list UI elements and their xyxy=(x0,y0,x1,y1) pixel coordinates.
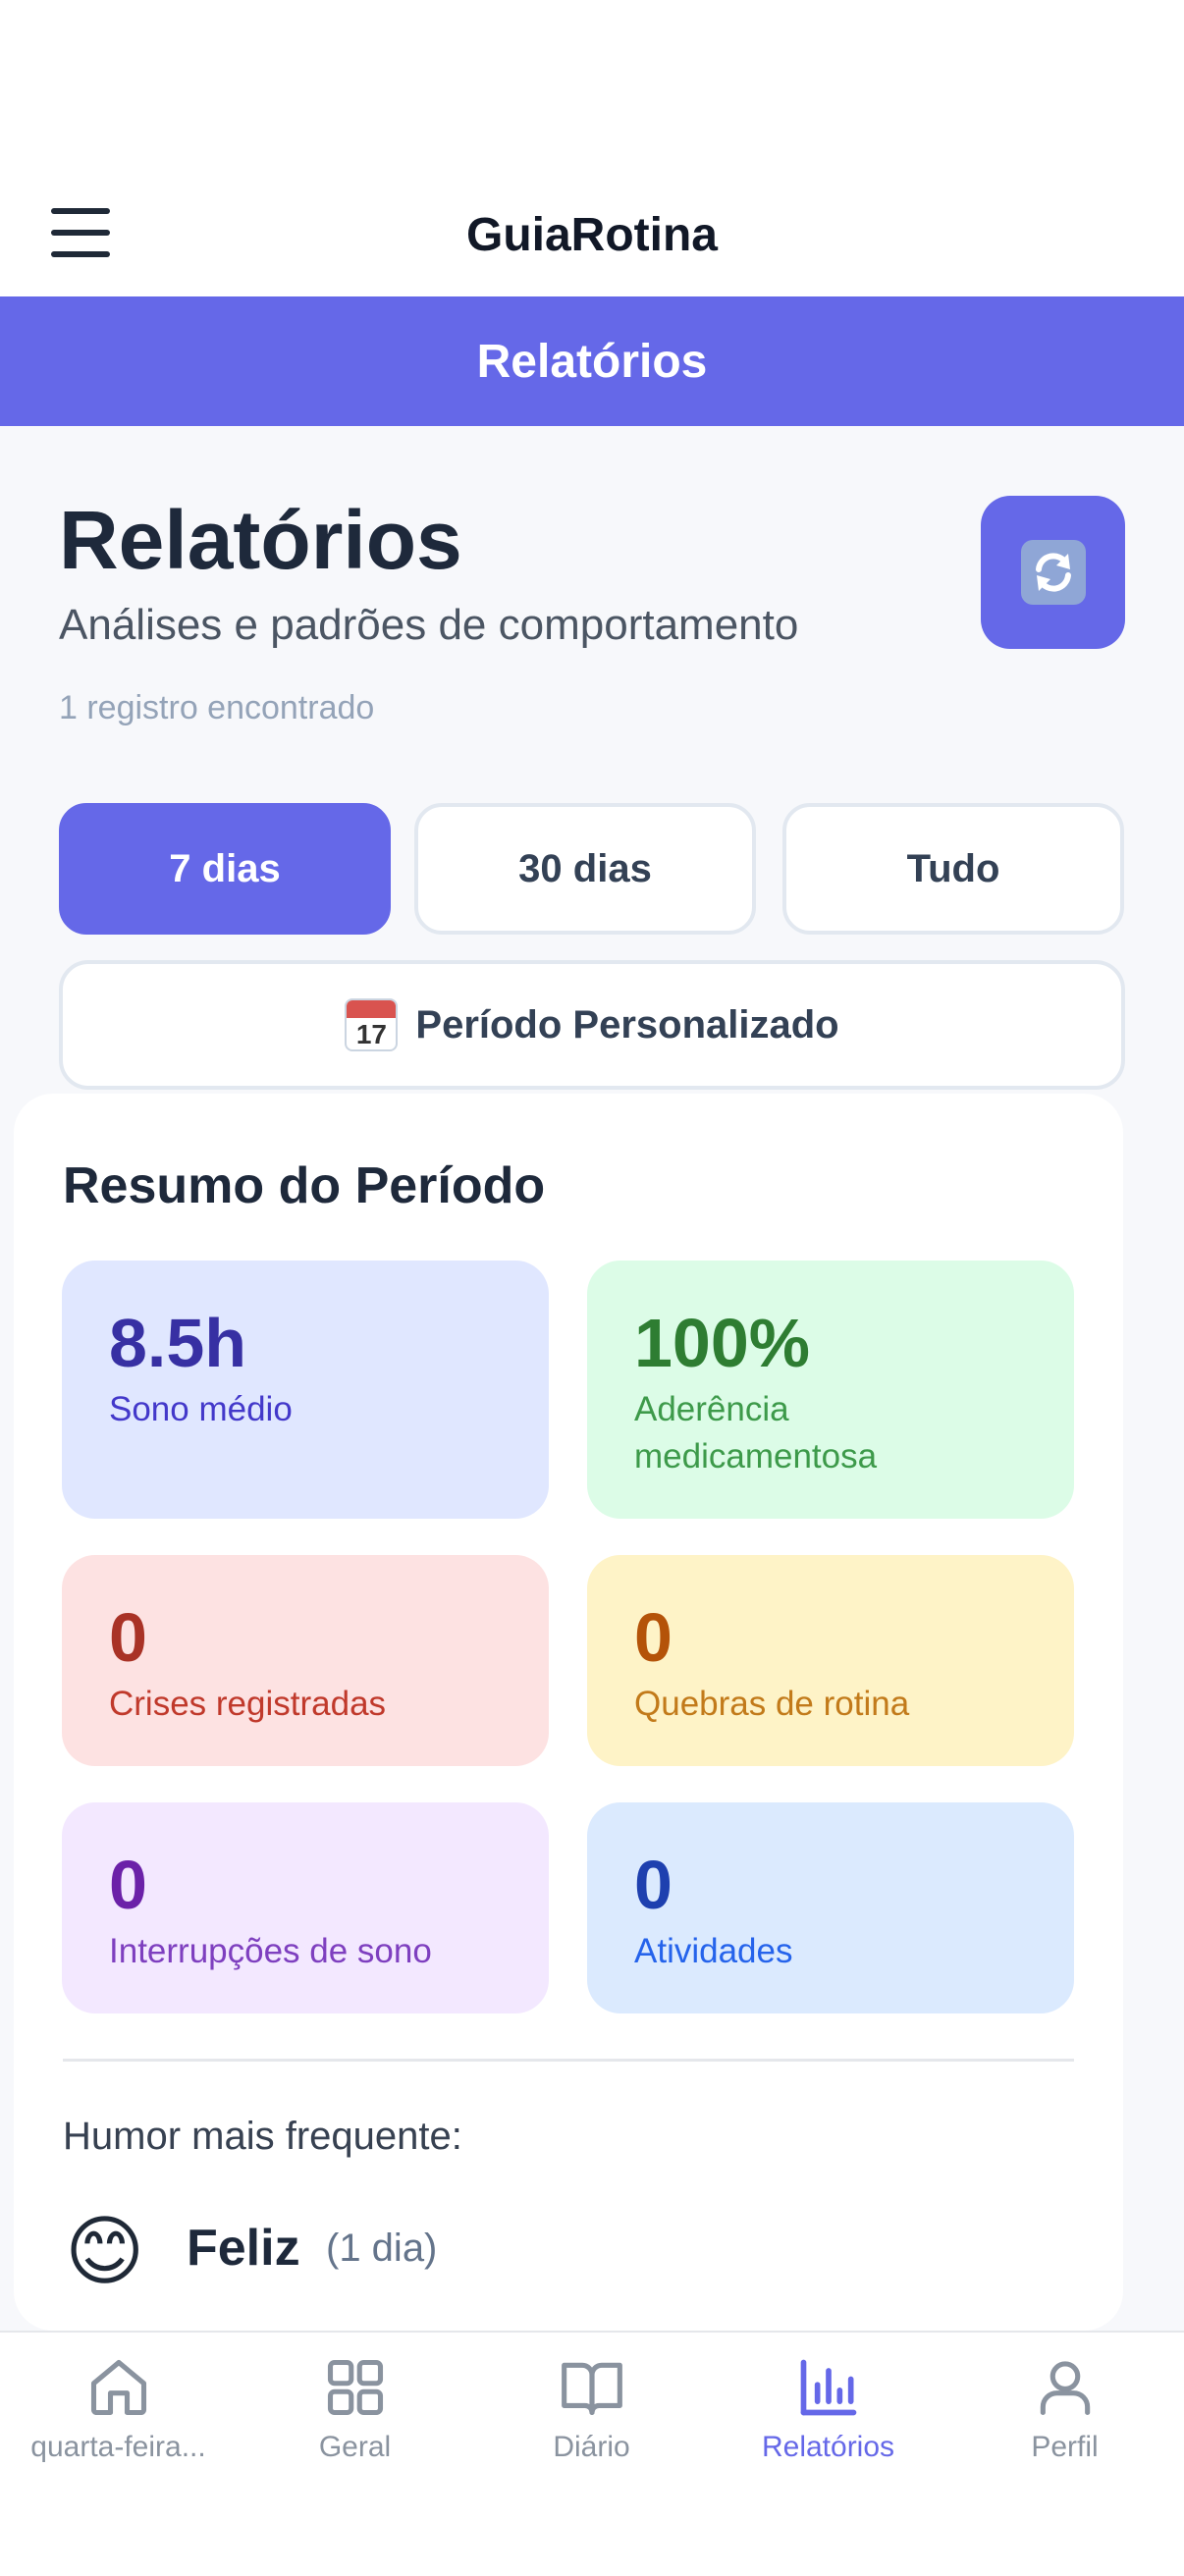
nav-item-geral[interactable]: Geral xyxy=(237,2354,473,2492)
stat-value: 0 xyxy=(634,1847,673,1923)
period-label: 7 dias xyxy=(169,846,281,890)
mood-label: Humor mais frequente: xyxy=(63,2115,462,2158)
book-icon xyxy=(561,2362,622,2416)
stat-label: Interrupções de sono xyxy=(109,1932,432,1970)
stat-value: 100% xyxy=(634,1305,811,1381)
page-subtitle: Análises e padrões de comportamento xyxy=(59,601,799,649)
period-label: Tudo xyxy=(906,846,1000,890)
stat-value: 0 xyxy=(109,1847,147,1923)
refresh-icon xyxy=(1020,540,1086,605)
stat-value: 8.5h xyxy=(109,1305,247,1381)
stat-card-medication: 100% Aderência medicamentosa xyxy=(587,1261,1074,1519)
nav-item-diario[interactable]: Diário xyxy=(473,2354,710,2492)
section-title-bar: Relatórios xyxy=(0,296,1184,426)
stat-label: Aderência medicamentosa xyxy=(634,1390,878,1476)
stat-card-sleep-interruptions: 0 Interrupções de sono xyxy=(62,1802,549,2013)
divider xyxy=(63,2059,1074,2062)
mood-count: (1 dia) xyxy=(326,2227,438,2270)
stat-value: 0 xyxy=(634,1599,673,1676)
stat-label: Crises registradas xyxy=(109,1685,387,1723)
stat-label: Atividades xyxy=(634,1932,793,1970)
record-count: 1 registro encontrado xyxy=(59,689,375,726)
calendar-icon: 17 xyxy=(345,998,399,1051)
custom-period-label: Período Personalizado xyxy=(415,1002,839,1046)
bar-chart-icon xyxy=(800,2359,856,2416)
user-icon xyxy=(1040,2361,1090,2416)
nav-label: quarta-feira... xyxy=(30,2431,206,2463)
period-7-days-button[interactable]: 7 dias xyxy=(59,803,391,935)
nav-item-home[interactable]: quarta-feira... xyxy=(0,2354,237,2492)
mood-name: Feliz xyxy=(187,2220,300,2277)
period-label: 30 dias xyxy=(518,846,652,890)
custom-period-button[interactable]: 17 Período Personalizado xyxy=(59,960,1125,1090)
stat-label: Quebras de rotina xyxy=(634,1685,910,1723)
page-title: Relatórios xyxy=(59,494,462,586)
nav-label: Perfil xyxy=(1031,2431,1099,2463)
stat-label: Sono médio xyxy=(109,1390,293,1428)
app-header: GuiaRotina xyxy=(0,167,1184,296)
bottom-navigation: quarta-feira... Geral Diário Relatórios xyxy=(0,2331,1184,2576)
summary-title: Resumo do Período xyxy=(63,1157,546,1214)
stat-card-sleep: 8.5h Sono médio xyxy=(62,1261,549,1519)
nav-item-perfil[interactable]: Perfil xyxy=(946,2354,1183,2492)
home-icon xyxy=(90,2359,146,2416)
refresh-button[interactable] xyxy=(981,496,1125,649)
nav-label: Diário xyxy=(553,2431,630,2463)
grid-icon xyxy=(327,2359,383,2416)
period-all-button[interactable]: Tudo xyxy=(782,803,1124,935)
stat-card-activities: 0 Atividades xyxy=(587,1802,1074,2013)
stat-card-crises: 0 Crises registradas xyxy=(62,1555,549,1766)
period-summary-card: Resumo do Período 8.5h Sono médio 100% A… xyxy=(14,1094,1123,2331)
nav-label: Relatórios xyxy=(761,2431,895,2463)
stat-card-routine-breaks: 0 Quebras de rotina xyxy=(587,1555,1074,1766)
smiling-face-icon: 😊 xyxy=(65,2208,145,2294)
stat-value: 0 xyxy=(109,1599,147,1676)
nav-item-relatorios[interactable]: Relatórios xyxy=(710,2354,946,2492)
nav-label: Geral xyxy=(318,2431,392,2463)
app-title: GuiaRotina xyxy=(465,209,718,261)
section-title: Relatórios xyxy=(476,335,708,388)
status-bar-area xyxy=(0,0,1184,167)
period-30-days-button[interactable]: 30 dias xyxy=(414,803,756,935)
